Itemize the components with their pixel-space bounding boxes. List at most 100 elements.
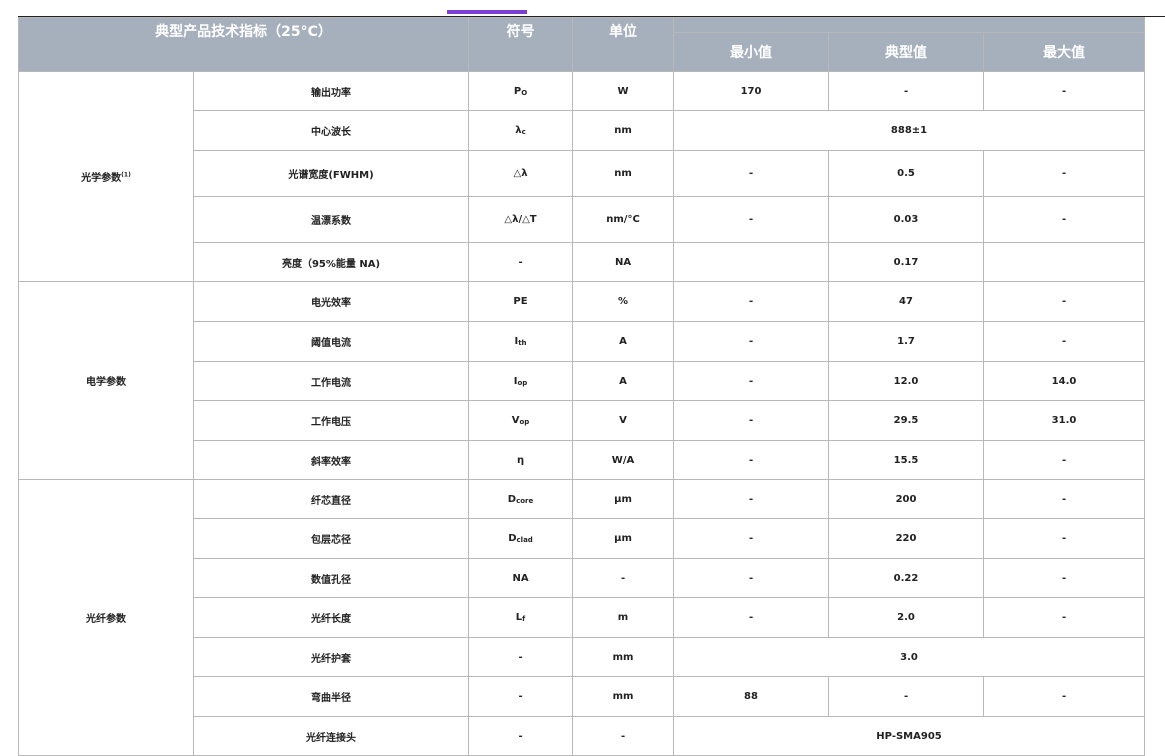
symbol-text: - (518, 651, 523, 663)
value-span-cell: 3.0 (673, 637, 1146, 677)
unit-cell: % (572, 281, 675, 322)
unit-cell: V (572, 400, 675, 441)
unit-cell: W/A (572, 440, 675, 480)
symbol-cell: λc (468, 110, 574, 151)
param-name: 中心波长 (192, 110, 470, 151)
unit-cell: m (572, 597, 675, 638)
symbol-text: D (507, 493, 517, 505)
param-name: 光纤长度 (192, 597, 470, 638)
param-name: 电光效率 (192, 281, 470, 322)
symbol-cell: Iop (468, 361, 574, 401)
symbol-subscript: f (522, 615, 526, 623)
typ-value: 47 (828, 281, 985, 322)
param-name: 阈值电流 (192, 321, 470, 362)
param-name: 亮度（95%能量 NA) (192, 242, 470, 282)
spec-table: 典型产品技术指标（25°C） 符号 单位 最小值 典型值 最大值 光学参数(1)… (17, 17, 1146, 756)
param-name: 光谱宽度(FWHM) (192, 150, 470, 197)
header-min: 最小值 (673, 32, 830, 72)
max-value: - (983, 196, 1146, 243)
unit-cell: A (572, 361, 675, 401)
symbol-cell: PO (468, 71, 574, 111)
header-max: 最大值 (983, 32, 1146, 72)
symbol-text: △λ/△T (504, 214, 537, 225)
unit-cell: mm (572, 676, 675, 717)
symbol-cell: Vop (468, 400, 574, 441)
max-value: - (983, 676, 1146, 717)
symbol-cell: - (468, 637, 574, 677)
group-label-text: 光学参数 (81, 173, 122, 184)
unit-cell: μm (572, 518, 675, 559)
accent-bar (447, 10, 527, 14)
symbol-cell: PE (468, 281, 574, 322)
symbol-subscript: c (521, 128, 526, 136)
value-span-cell: 888±1 (673, 110, 1146, 151)
symbol-cell: - (468, 676, 574, 717)
unit-cell: A (572, 321, 675, 362)
symbol-text: △λ (513, 168, 528, 179)
header-typ: 典型值 (828, 32, 985, 72)
min-value: - (673, 440, 830, 480)
typ-value: 15.5 (828, 440, 985, 480)
max-value (983, 242, 1146, 282)
unit-cell: W (572, 71, 675, 111)
min-value: - (673, 281, 830, 322)
symbol-text: - (518, 730, 523, 742)
min-value: 170 (673, 71, 830, 111)
max-value: 31.0 (983, 400, 1146, 441)
value-span-cell: HP-SMA905 (673, 716, 1146, 756)
unit-cell: nm (572, 150, 675, 197)
group-label-text: 电学参数 (86, 377, 126, 388)
symbol-cell: Ith (468, 321, 574, 362)
param-name: 温漂系数 (192, 196, 470, 243)
param-name: 数值孔径 (192, 558, 470, 598)
symbol-cell: Lf (468, 597, 574, 638)
min-value: - (673, 150, 830, 197)
min-value: - (673, 479, 830, 519)
typ-value: 200 (828, 479, 985, 519)
typ-value: 12.0 (828, 361, 985, 401)
symbol-subscript: clad (516, 536, 533, 544)
param-name: 工作电压 (192, 400, 470, 441)
symbol-cell: Dclad (468, 518, 574, 559)
table-header: 典型产品技术指标（25°C） 符号 单位 最小值 典型值 最大值 (17, 17, 1146, 72)
symbol-cell: △λ (468, 150, 574, 197)
unit-cell: - (572, 716, 675, 756)
min-value: - (673, 321, 830, 362)
symbol-text: NA (512, 572, 529, 584)
symbol-cell: NA (468, 558, 574, 598)
min-value: 88 (673, 676, 830, 717)
header-symbol: 符号 (468, 17, 574, 72)
symbol-subscript: core (516, 496, 534, 505)
max-value: - (983, 71, 1146, 111)
max-value: - (983, 479, 1146, 519)
unit-cell: mm (572, 637, 675, 677)
group-footnote-mark: (1) (121, 171, 131, 179)
unit-cell: nm (572, 110, 675, 151)
table-row: 光纤参数 纤芯直径 Dcore μm -200- (18, 479, 1146, 756)
max-value: - (983, 281, 1146, 322)
symbol-text: η (516, 454, 525, 466)
typ-value: 220 (828, 518, 985, 559)
min-value: - (673, 196, 830, 243)
header-values-group (673, 17, 1146, 33)
typ-value: 0.17 (828, 242, 985, 282)
header-unit: 单位 (572, 17, 675, 72)
unit-cell: nm/°C (572, 196, 675, 243)
unit-cell: μm (572, 479, 675, 519)
typ-value: 1.7 (828, 321, 985, 362)
group-label-text: 光纤参数 (86, 614, 126, 625)
symbol-subscript: op (517, 378, 528, 387)
typ-value: - (828, 71, 985, 111)
max-value: - (983, 518, 1146, 559)
unit-cell: NA (572, 242, 675, 282)
param-name: 包层芯径 (192, 518, 470, 559)
min-value: - (673, 361, 830, 401)
param-name: 斜率效率 (192, 440, 470, 480)
typ-value: 2.0 (828, 597, 985, 638)
min-value: - (673, 597, 830, 638)
symbol-cell: Dcore (468, 479, 574, 519)
min-value: - (673, 518, 830, 559)
typ-value: - (828, 676, 985, 717)
typ-value: 0.5 (828, 150, 985, 197)
max-value: - (983, 597, 1146, 638)
